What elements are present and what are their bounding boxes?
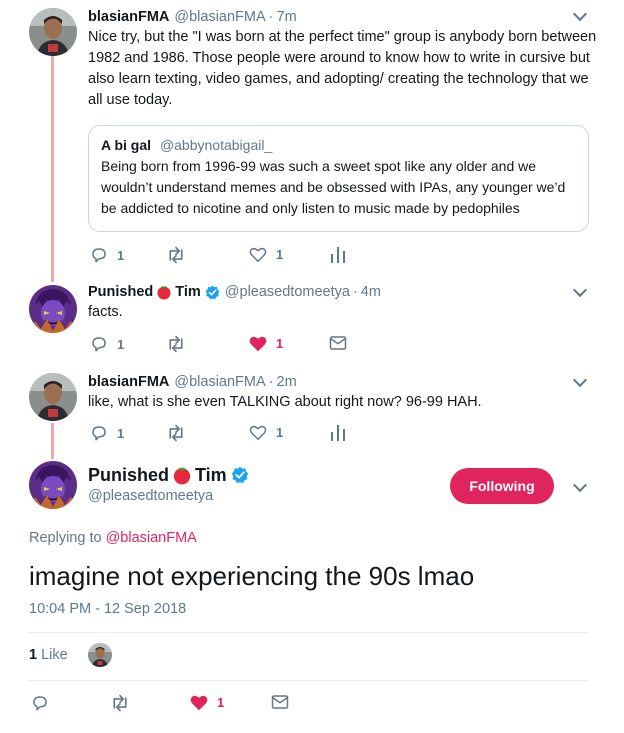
retweet-icon: [169, 246, 183, 264]
verified-icon: [231, 466, 248, 484]
author-handle[interactable]: @blasianFMA: [174, 373, 265, 391]
avatar-blasianfma[interactable]: [29, 373, 77, 421]
direct-message-button[interactable]: [329, 335, 347, 351]
main-tweet-text: imagine not experiencing the 90s lmao: [29, 561, 475, 591]
author-name-part2[interactable]: Tim: [175, 283, 201, 301]
quote-author-name: A bi gal: [101, 137, 152, 153]
heart-icon: [249, 247, 267, 262]
tweet: blasianFMA @blasianFMA · 2m like, what i…: [88, 373, 606, 413]
author-name-part1[interactable]: Punished: [88, 283, 153, 301]
separator-dot: ·: [352, 284, 358, 300]
avatar-blasianfma[interactable]: [29, 8, 77, 56]
like-total: 1: [29, 647, 38, 663]
dm-icon: [271, 695, 289, 709]
retweet-icon: [113, 694, 127, 712]
separator-dot: ·: [268, 374, 274, 390]
tweet-text: facts.: [88, 304, 123, 320]
quoted-tweet[interactable]: A bi gal @abbynotabigail_ Being born fro…: [88, 125, 589, 232]
reply-icon: [33, 696, 47, 711]
direct-message-button[interactable]: [271, 694, 289, 710]
reply-icon: [92, 426, 106, 441]
divider: [29, 680, 589, 681]
analytics-button[interactable]: [330, 424, 346, 441]
tweet-time[interactable]: 7m: [277, 8, 297, 26]
retweet-button[interactable]: [166, 424, 186, 442]
tweet-time[interactable]: 2m: [277, 373, 297, 391]
tweet-text: like, what is she even TALKING about rig…: [88, 394, 482, 410]
retweet-button[interactable]: [166, 335, 186, 353]
retweet-button[interactable]: [166, 246, 186, 264]
replying-to-link[interactable]: @blasianFMA: [106, 530, 197, 546]
tweet: blasianFMA @blasianFMA · 7m Nice try, bu…: [88, 8, 606, 111]
like-count: 1: [276, 247, 284, 262]
main-author-handle[interactable]: @pleasedtomeetya: [88, 488, 249, 504]
main-author: Punished Tim @pleasedtomeetya: [88, 464, 249, 504]
like-label: Like: [41, 647, 68, 663]
avatar-punished-tim[interactable]: [29, 461, 77, 509]
tomato-emoji: [173, 467, 191, 485]
retweet-icon: [169, 424, 183, 442]
tweet-time[interactable]: 4m: [361, 283, 381, 301]
thread-line: [51, 56, 54, 282]
following-button[interactable]: Following: [450, 468, 554, 504]
liker-avatar[interactable]: [88, 643, 112, 667]
tweet-header: Punished Tim @pleasedtomeetya · 4m: [88, 283, 606, 301]
analytics-icon: [331, 247, 345, 263]
author-name[interactable]: blasianFMA: [88, 8, 169, 26]
separator-dot: ·: [268, 9, 274, 25]
author-name[interactable]: blasianFMA: [88, 373, 169, 391]
replying-prefix: Replying to: [29, 530, 102, 546]
like-button[interactable]: 1: [249, 424, 283, 441]
tweet: Punished Tim @pleasedtomeetya · 4m facts…: [88, 283, 606, 323]
main-author-name-part1[interactable]: Punished: [88, 464, 169, 486]
tweet-text: Nice try, but the "I was born at the per…: [88, 29, 597, 108]
avatar-punished-tim[interactable]: [29, 285, 77, 333]
quote-header: A bi gal @abbynotabigail_: [101, 136, 576, 154]
retweet-icon: [169, 335, 183, 353]
analytics-button[interactable]: [330, 246, 346, 263]
reply-button[interactable]: 1: [90, 424, 124, 442]
verified-icon: [205, 285, 220, 299]
chevron-down-icon[interactable]: [572, 477, 588, 493]
tomato-emoji: [157, 286, 171, 300]
reply-icon: [92, 248, 106, 263]
main-author-name-part2[interactable]: Tim: [195, 464, 227, 486]
likes-summary[interactable]: 1 Like: [29, 647, 68, 663]
author-handle[interactable]: @blasianFMA: [174, 8, 265, 26]
reply-button[interactable]: 1: [90, 246, 124, 264]
tweet-header: blasianFMA @blasianFMA · 2m: [88, 373, 606, 391]
like-count: 1: [217, 695, 225, 710]
like-button[interactable]: 1: [249, 246, 283, 263]
quote-author-handle: @abbynotabigail_: [159, 137, 273, 153]
reply-count: 1: [117, 247, 125, 263]
heart-icon: [190, 695, 208, 710]
reply-button[interactable]: 1: [90, 335, 124, 353]
retweet-button[interactable]: [110, 694, 130, 712]
author-handle[interactable]: @pleasedtomeetya: [225, 283, 350, 301]
analytics-icon: [331, 425, 345, 441]
like-count: 1: [276, 425, 284, 440]
heart-icon: [249, 425, 267, 440]
thread-line: [51, 423, 54, 459]
reply-button[interactable]: [31, 694, 49, 712]
main-author-name-row: Punished Tim: [88, 464, 249, 486]
tweet-header: blasianFMA @blasianFMA · 7m: [88, 8, 606, 26]
like-button[interactable]: 1: [190, 694, 224, 711]
dm-icon: [329, 336, 347, 350]
reply-count: 1: [117, 336, 125, 352]
like-count: 1: [276, 336, 284, 351]
quote-text: Being born from 1996-99 was such a sweet…: [101, 158, 566, 216]
reply-count: 1: [117, 425, 125, 441]
tweet-timestamp[interactable]: 10:04 PM - 12 Sep 2018: [29, 601, 186, 617]
replying-to: Replying to @blasianFMA: [29, 530, 197, 546]
reply-icon: [92, 337, 106, 352]
divider: [29, 632, 589, 633]
heart-icon: [249, 336, 267, 351]
like-button[interactable]: 1: [249, 335, 283, 352]
